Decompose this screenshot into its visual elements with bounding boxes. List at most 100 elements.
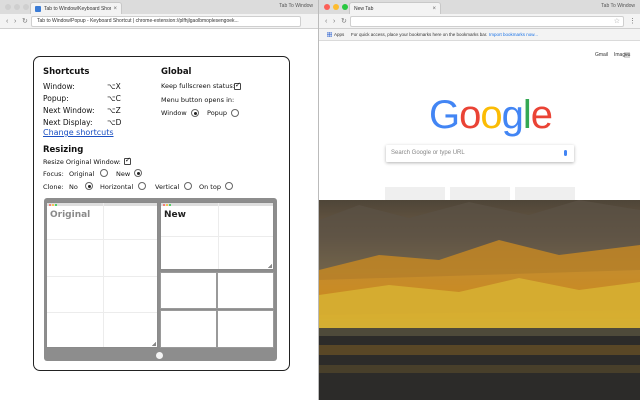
preview-original-window[interactable]: Original [46,202,158,348]
keep-fullscreen-label: Keep fullscreen status: [161,82,235,90]
preview-drag-handle[interactable] [156,352,163,359]
shortcut-tile[interactable] [385,187,445,200]
extension-popup: Shortcuts Window: ⌥X Popup: ⌥C Next Wind… [33,56,290,371]
shortcuts-heading: Shortcuts [43,67,90,77]
window-title: Tab To Window [601,3,635,9]
clone-no-label: No [69,183,78,191]
logo-letter: G [429,93,460,137]
address-bar[interactable]: ☆ [350,16,624,27]
close-window-button[interactable] [5,4,11,10]
minimize-window-button[interactable] [14,4,20,10]
resize-grip-icon[interactable] [152,342,156,346]
wallpaper-scene [319,200,640,400]
logo-letter: o [480,93,502,137]
logo-letter: g [501,93,524,137]
grid-line [47,239,157,240]
resize-grip-icon[interactable] [268,264,272,268]
back-icon[interactable]: ‹ [325,17,327,26]
menu-opens-window-label: Window [161,109,187,117]
maximize-window-button[interactable] [23,4,29,10]
minimize-window-button[interactable] [333,4,339,10]
tab-title: Tab to Window/Keyboard Shor [44,5,112,12]
clone-on-top-label: On top [199,183,221,191]
reload-icon[interactable]: ↻ [341,17,347,26]
maximize-window-button[interactable] [342,4,348,10]
reload-icon[interactable]: ↻ [22,17,28,26]
shortcut-next-window-label: Next Window: [43,106,95,115]
address-text: Tab to Window/Popup - Keyboard Shortcut … [37,18,239,24]
preview-max-dot [169,203,171,206]
search-input[interactable]: Search Google or type URL [386,145,574,162]
global-heading: Global [161,67,192,77]
tab-tab-to-window[interactable]: Tab to Window/Keyboard Shor × [30,2,122,14]
grid-line [47,276,157,277]
grid-cell[interactable] [160,310,217,348]
forward-icon[interactable]: › [14,17,16,26]
right-toolbar: ‹ › ↻ ☆ ⋮ [319,14,640,29]
bookmark-star-icon[interactable]: ☆ [614,17,620,26]
preview-original-label: Original [50,210,91,220]
apps-link[interactable]: Apps [334,29,344,41]
preview-min-dot [166,203,168,206]
left-tab-strip: Tab to Window/Keyboard Shor × Tab To Win… [0,0,318,14]
apps-icon[interactable] [327,32,332,37]
clone-no-radio[interactable] [85,182,93,190]
gmail-link[interactable]: Gmail [595,52,608,58]
grid-cell[interactable] [217,272,274,309]
microphone-icon[interactable] [564,150,567,156]
preview-titlebar [161,203,273,206]
grid-line [161,236,273,237]
keep-fullscreen-checkbox[interactable] [234,81,241,90]
close-window-button[interactable] [324,4,330,10]
google-logo: Google [429,93,553,137]
shortcut-next-display-key: ⌥D [107,118,122,127]
preview-max-dot [55,203,57,206]
window-title: Tab To Window [279,3,313,9]
shortcut-next-window-key: ⌥Z [107,106,121,115]
shortcut-tile[interactable] [515,187,575,200]
shortcut-next-display-label: Next Display: [43,118,93,127]
bookmarks-hint: For quick access, place your bookmarks h… [351,32,488,37]
shortcut-tile[interactable] [450,187,510,200]
grid-cell[interactable] [217,310,274,348]
change-shortcuts-link[interactable]: Change shortcuts [43,128,114,137]
shortcut-popup-label: Popup: [43,94,69,103]
preview-new-label: New [164,210,186,220]
apps-grid-icon[interactable] [624,52,630,58]
shortcut-popup-key: ⌥C [107,94,121,103]
clone-vertical-label: Vertical [155,183,180,191]
address-bar[interactable]: Tab to Window/Popup - Keyboard Shortcut … [31,16,301,27]
preview-titlebar [47,203,157,206]
menu-opens-popup-label: Popup [207,109,228,117]
left-browser-window: Tab to Window/Keyboard Shor × Tab To Win… [0,0,319,400]
menu-opens-label: Menu button opens in: [161,96,235,104]
left-window-controls [5,4,29,10]
right-window-controls [324,4,348,10]
focus-original-radio[interactable] [100,169,108,177]
logo-letter: o [459,93,481,137]
menu-opens-popup-radio[interactable] [231,109,239,117]
close-icon[interactable]: × [432,6,436,12]
resize-original-label: Resize Original Window: [43,158,121,166]
clone-on-top-radio[interactable] [225,182,233,190]
clone-vertical-radio[interactable] [184,182,192,190]
back-icon[interactable]: ‹ [6,17,8,26]
menu-opens-window-radio[interactable] [191,109,199,117]
logo-letter: l [522,93,532,137]
grid-line [47,312,157,313]
grid-cell[interactable] [160,272,217,309]
extension-icon [35,5,41,12]
resize-original-checkbox[interactable] [124,156,131,165]
forward-icon[interactable]: › [333,17,335,26]
preview-new-window[interactable]: New [160,202,274,270]
import-bookmarks-link[interactable]: Import bookmarks now... [489,29,538,41]
clone-horizontal-radio[interactable] [138,182,146,190]
close-icon[interactable]: × [113,6,117,12]
desktop-wallpaper-image [319,200,640,400]
menu-icon[interactable]: ⋮ [629,17,636,26]
shortcut-window-key: ⌥X [107,82,121,91]
focus-new-radio[interactable] [134,169,142,177]
layout-preview: Original New [44,198,277,361]
tab-new-tab[interactable]: New Tab × [349,2,441,14]
focus-original-label: Original [69,170,95,178]
